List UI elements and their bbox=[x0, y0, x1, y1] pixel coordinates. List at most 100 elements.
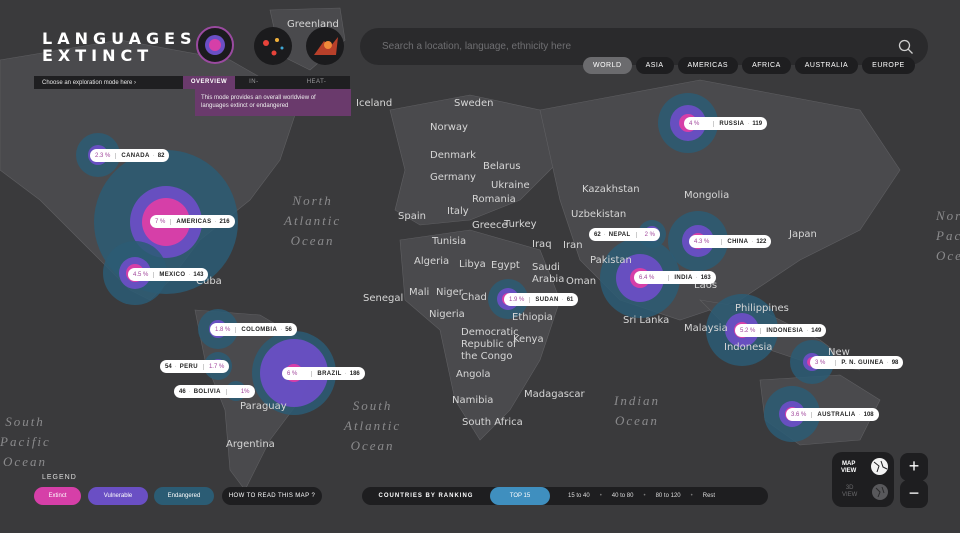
marker-name: INDIA bbox=[674, 274, 693, 281]
tab-heat-map[interactable]: HEAT-MAP bbox=[295, 76, 350, 98]
geo-label-belarus: Belarus bbox=[483, 161, 521, 172]
marker-count: 98 bbox=[891, 359, 899, 366]
ocean-label-north-pacific: North Pacific Ocean bbox=[936, 208, 960, 263]
geo-label-pakistan: Pakistan bbox=[590, 255, 632, 266]
region-tab-australia[interactable]: AUSTRALIA bbox=[794, 57, 859, 74]
marker-pill-pn-guinea[interactable]: 3 % P. N. GUINEA · 98 bbox=[810, 356, 904, 369]
marker-pill-india[interactable]: 6.4 % INDIA · 163 bbox=[634, 271, 716, 284]
marker-name: BRAZIL bbox=[317, 370, 342, 377]
marker-name: CHINA bbox=[727, 238, 749, 245]
marker-count: 122 bbox=[756, 238, 767, 245]
marker-pill-nepal[interactable]: 2 % NEPAL · 62 bbox=[589, 228, 660, 241]
marker-pct: 1% bbox=[225, 388, 250, 395]
marker-name: COLOMBIA bbox=[241, 326, 278, 333]
overview-mode-thumbnail[interactable] bbox=[196, 26, 234, 64]
geo-label-iraq: Iraq bbox=[532, 239, 552, 250]
legend-extinct[interactable]: Extinct bbox=[34, 487, 81, 505]
geo-label-ukraine: Ukraine bbox=[491, 180, 530, 191]
marker-pct: 6.4 % bbox=[639, 274, 670, 281]
marker-separator: · bbox=[806, 327, 809, 334]
geo-label-drc-line1: Democratic bbox=[461, 327, 519, 338]
marker-separator: · bbox=[561, 296, 564, 303]
globe-3d-icon[interactable] bbox=[871, 483, 889, 501]
3d-view-label[interactable]: 3D VIEW bbox=[842, 485, 857, 499]
ranking-option-80-to-120[interactable]: 80 to 120 bbox=[646, 487, 691, 505]
exploration-mode-bar: Choose an exploration mode here › OVERVI… bbox=[34, 76, 350, 98]
geo-label-iran: Iran bbox=[563, 240, 583, 251]
geo-label-mali: Mali bbox=[409, 287, 430, 298]
marker-name: MEXICO bbox=[159, 271, 186, 278]
marker-count: 62 bbox=[594, 231, 601, 238]
geo-label-ethiopia: Ethiopia bbox=[512, 312, 553, 323]
geo-label-libya: Libya bbox=[459, 259, 486, 270]
zoom-out-button[interactable]: − bbox=[900, 480, 928, 508]
ranking-bar: COUNTRIES BY RANKING TOP 15 15 to 40 • 4… bbox=[362, 487, 768, 505]
heat-map-mode-thumbnail[interactable] bbox=[306, 27, 344, 65]
marker-pill-mexico[interactable]: 4.5 % MEXICO · 143 bbox=[128, 268, 209, 281]
region-tab-americas[interactable]: AMERICAS bbox=[677, 57, 739, 74]
marker-pill-russia[interactable]: 4 % RUSSIA · 119 bbox=[684, 117, 768, 130]
logo-line1: LANGUAGES bbox=[42, 29, 197, 48]
ranking-option-top-15[interactable]: TOP 15 bbox=[490, 487, 550, 505]
region-tab-asia[interactable]: ASIA bbox=[635, 57, 674, 74]
geo-label-drc-line3: the Congo bbox=[461, 351, 513, 362]
marker-pill-colombia[interactable]: 1.8 % COLOMBIA · 56 bbox=[210, 323, 297, 336]
in-depth-mode-thumbnail[interactable] bbox=[254, 27, 292, 65]
marker-pill-australia[interactable]: 3.6 % AUSTRALIA · 108 bbox=[786, 408, 879, 421]
marker-pill-peru[interactable]: 1.7 % PERU · 54 bbox=[160, 360, 230, 373]
marker-pct: 1.7 % bbox=[202, 363, 224, 370]
tab-overview[interactable]: OVERVIEW bbox=[182, 76, 236, 89]
marker-pill-brazil[interactable]: 6 % BRAZIL · 186 bbox=[282, 367, 365, 380]
ocean-label-north-atlantic: North Atlantic Ocean bbox=[284, 193, 342, 248]
marker-pill-canada[interactable]: 2.3 % CANADA · 82 bbox=[90, 149, 170, 162]
globe-map-icon[interactable] bbox=[870, 457, 889, 476]
marker-pill-sudan[interactable]: 1.9 % SUDAN · 61 bbox=[504, 293, 579, 306]
marker-count: 108 bbox=[863, 411, 874, 418]
region-tab-world[interactable]: WORLD bbox=[583, 57, 632, 74]
ranking-option-rest[interactable]: Rest bbox=[693, 487, 725, 505]
region-tab-africa[interactable]: AFRICA bbox=[742, 57, 791, 74]
legend-vulnerable[interactable]: Vulnerable bbox=[88, 487, 148, 505]
marker-pill-china[interactable]: 4.3 % CHINA · 122 bbox=[689, 235, 772, 248]
marker-name: CANADA bbox=[121, 152, 150, 159]
how-to-read-button[interactable]: HOW TO READ THIS MAP ? bbox=[222, 487, 322, 505]
geo-label-drc-line2: Republic of bbox=[461, 339, 517, 350]
geo-label-sweden: Sweden bbox=[454, 98, 494, 109]
tab-in-depth[interactable]: IN- DEPTH bbox=[235, 76, 295, 98]
marker-pill-americas[interactable]: 7 % AMERICAS · 216 bbox=[150, 215, 235, 228]
view-toggle[interactable]: MAP VIEW 3D VIEW bbox=[832, 452, 894, 507]
zoom-in-button[interactable]: + bbox=[900, 453, 928, 481]
mode-description: This mode provides an overall worldview … bbox=[195, 89, 351, 116]
marker-name: INDONESIA bbox=[766, 327, 804, 334]
marker-pct: 2 % bbox=[635, 231, 655, 238]
marker-count: 186 bbox=[349, 370, 360, 377]
geo-label-japan: Japan bbox=[789, 229, 817, 240]
marker-pill-indonesia[interactable]: 5.2 % INDONESIA · 149 bbox=[735, 324, 827, 337]
marker-name: BOLIVIA bbox=[193, 388, 221, 395]
marker-count: 54 bbox=[165, 363, 172, 370]
marker-pct: 4 % bbox=[689, 120, 715, 127]
marker-separator: · bbox=[751, 238, 754, 245]
marker-pct: 7 % bbox=[155, 218, 172, 225]
region-tab-europe[interactable]: EUROPE bbox=[862, 57, 915, 74]
legend-endangered[interactable]: Endangered bbox=[154, 487, 214, 505]
marker-separator: · bbox=[280, 326, 283, 333]
marker-pct: 1.9 % bbox=[509, 296, 531, 303]
ranking-option-40-to-80[interactable]: 40 to 80 bbox=[602, 487, 644, 505]
ranking-option-15-to-40[interactable]: 15 to 40 bbox=[550, 487, 600, 505]
geo-label-argentina: Argentina bbox=[226, 439, 275, 450]
search-icon[interactable] bbox=[898, 39, 914, 55]
geo-label-tunisia: Tunisia bbox=[432, 236, 467, 247]
geo-label-indonesia: Indonesia bbox=[724, 342, 773, 353]
search-input[interactable]: Search a location, language, ethnicity h… bbox=[382, 41, 898, 52]
geo-label-spain: Spain bbox=[398, 211, 426, 222]
marker-separator: · bbox=[188, 271, 191, 278]
marker-separator: · bbox=[344, 370, 347, 377]
map-view-label[interactable]: MAP VIEW bbox=[841, 461, 856, 475]
ocean-label-south-atlantic: South Atlantic Ocean bbox=[344, 398, 402, 453]
ocean-label-indian: Indian Ocean bbox=[614, 393, 660, 428]
marker-count: 46 bbox=[179, 388, 186, 395]
marker-pct: 4.3 % bbox=[694, 238, 723, 245]
marker-pct: 3.6 % bbox=[791, 411, 813, 418]
marker-pill-bolivia[interactable]: 1% BOLIVIA · 46 bbox=[174, 385, 255, 398]
